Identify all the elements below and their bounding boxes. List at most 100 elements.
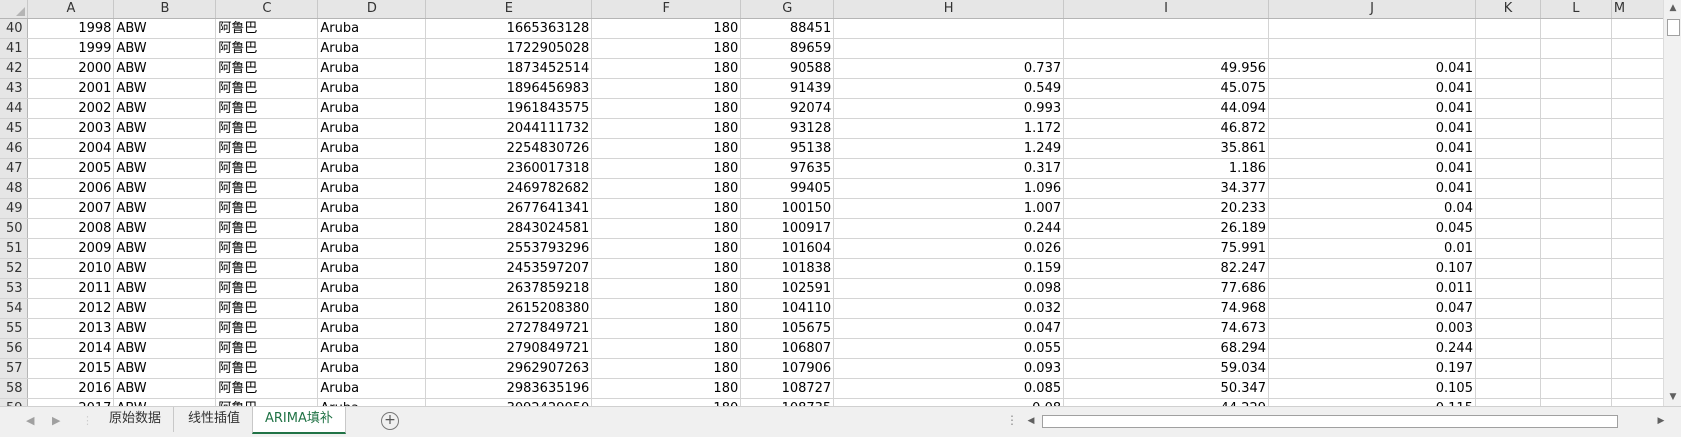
cell-f[interactable]: 180	[591, 238, 742, 259]
cell-g[interactable]: 102591	[740, 278, 835, 299]
cell-g[interactable]: 91439	[740, 78, 835, 99]
cell-i[interactable]	[1063, 18, 1270, 39]
cell-h[interactable]: 0.093	[833, 358, 1065, 379]
cell-j[interactable]	[1268, 38, 1476, 59]
cell-j[interactable]: 0.041	[1268, 158, 1476, 179]
plus-circle-icon[interactable]: +	[381, 412, 399, 430]
cell-j[interactable]: 0.041	[1268, 98, 1476, 119]
cell-j[interactable]: 0.107	[1268, 258, 1476, 279]
row-header[interactable]: 51	[0, 238, 29, 259]
cell-empty[interactable]	[1540, 178, 1612, 199]
cell-d[interactable]: Aruba	[317, 178, 427, 199]
cell-h[interactable]: 0.244	[833, 218, 1065, 239]
cell-i[interactable]: 20.233	[1063, 198, 1270, 219]
cell-empty[interactable]	[1540, 298, 1612, 319]
cell-d[interactable]: Aruba	[317, 138, 427, 159]
row-header[interactable]: 57	[0, 358, 29, 379]
cell-c[interactable]: 阿鲁巴	[215, 118, 319, 139]
cell-h[interactable]: 0.317	[833, 158, 1065, 179]
cell-e[interactable]: 1665363128	[425, 18, 593, 39]
cell-e[interactable]: 1873452514	[425, 58, 593, 79]
cell-e[interactable]: 2254830726	[425, 138, 593, 159]
cell-c[interactable]: 阿鲁巴	[215, 158, 319, 179]
cell-d[interactable]: Aruba	[317, 38, 427, 59]
cell-a[interactable]: 2001	[27, 78, 115, 99]
cell-e[interactable]: 1961843575	[425, 98, 593, 119]
cell-i[interactable]: 59.034	[1063, 358, 1270, 379]
cell-empty[interactable]	[1475, 138, 1541, 159]
cell-c[interactable]: 阿鲁巴	[215, 298, 319, 319]
cell-c[interactable]: 阿鲁巴	[215, 138, 319, 159]
row-header[interactable]: 44	[0, 98, 29, 119]
column-header[interactable]: C	[215, 0, 319, 19]
cell-b[interactable]: ABW	[113, 218, 217, 239]
cell-e[interactable]: 2843024581	[425, 218, 593, 239]
cell-f[interactable]: 180	[591, 58, 742, 79]
cell-empty[interactable]	[1540, 138, 1612, 159]
cell-empty[interactable]	[1540, 38, 1612, 59]
cell-i[interactable]: 34.377	[1063, 178, 1270, 199]
cell-empty[interactable]	[1540, 78, 1612, 99]
tab-raw-data[interactable]: 原始数据	[97, 407, 175, 432]
column-header[interactable]: E	[425, 0, 593, 19]
cell-c[interactable]: 阿鲁巴	[215, 398, 319, 406]
cell-i[interactable]: 74.968	[1063, 298, 1270, 319]
cell-d[interactable]: Aruba	[317, 58, 427, 79]
cell-empty[interactable]	[1540, 98, 1612, 119]
cell-h[interactable]: 0.549	[833, 78, 1065, 99]
cell-f[interactable]: 180	[591, 18, 742, 39]
cell-a[interactable]: 2003	[27, 118, 115, 139]
cell-a[interactable]: 2004	[27, 138, 115, 159]
cell-g[interactable]: 95138	[740, 138, 835, 159]
cell-f[interactable]: 180	[591, 178, 742, 199]
cell-c[interactable]: 阿鲁巴	[215, 238, 319, 259]
cell-g[interactable]: 90588	[740, 58, 835, 79]
cell-i[interactable]: 35.861	[1063, 138, 1270, 159]
cell-b[interactable]: ABW	[113, 378, 217, 399]
cell-i[interactable]	[1063, 38, 1270, 59]
cell-a[interactable]: 2012	[27, 298, 115, 319]
select-all-triangle-icon[interactable]	[0, 0, 29, 19]
cell-d[interactable]: Aruba	[317, 298, 427, 319]
tab-arima-fill[interactable]: ARIMA填补	[252, 407, 346, 434]
row-header[interactable]: 41	[0, 38, 29, 59]
cell-b[interactable]: ABW	[113, 158, 217, 179]
cell-h[interactable]: 0.085	[833, 378, 1065, 399]
cell-empty[interactable]	[1540, 318, 1612, 339]
cell-d[interactable]: Aruba	[317, 338, 427, 359]
cell-j[interactable]: 0.045	[1268, 218, 1476, 239]
cell-e[interactable]: 2469782682	[425, 178, 593, 199]
cell-g[interactable]: 100917	[740, 218, 835, 239]
cell-f[interactable]: 180	[591, 158, 742, 179]
cell-i[interactable]: 46.872	[1063, 118, 1270, 139]
cell-empty[interactable]	[1475, 258, 1541, 279]
cell-d[interactable]: Aruba	[317, 218, 427, 239]
cell-empty[interactable]	[1540, 358, 1612, 379]
cell-g[interactable]: 101838	[740, 258, 835, 279]
cell-empty[interactable]	[1540, 118, 1612, 139]
cell-empty[interactable]	[1540, 258, 1612, 279]
cell-g[interactable]: 100150	[740, 198, 835, 219]
cell-a[interactable]: 2002	[27, 98, 115, 119]
cell-empty[interactable]	[1475, 358, 1541, 379]
cell-i[interactable]: 44.229	[1063, 398, 1270, 406]
cell-g[interactable]: 93128	[740, 118, 835, 139]
cell-j[interactable]: 0.041	[1268, 118, 1476, 139]
row-header[interactable]: 53	[0, 278, 29, 299]
cell-c[interactable]: 阿鲁巴	[215, 318, 319, 339]
horizontal-scrollbar[interactable]: ◀ ▶	[1023, 413, 1669, 429]
cell-c[interactable]: 阿鲁巴	[215, 358, 319, 379]
cell-h[interactable]: 0.047	[833, 318, 1065, 339]
column-header[interactable]: B	[113, 0, 217, 19]
cell-empty[interactable]	[1475, 198, 1541, 219]
cell-f[interactable]: 180	[591, 218, 742, 239]
cell-b[interactable]: ABW	[113, 298, 217, 319]
cell-f[interactable]: 180	[591, 98, 742, 119]
cell-c[interactable]: 阿鲁巴	[215, 198, 319, 219]
cell-j[interactable]: 0.011	[1268, 278, 1476, 299]
cell-a[interactable]: 2005	[27, 158, 115, 179]
cell-b[interactable]: ABW	[113, 398, 217, 406]
cell-f[interactable]: 180	[591, 198, 742, 219]
row-header[interactable]: 54	[0, 298, 29, 319]
cell-i[interactable]: 68.294	[1063, 338, 1270, 359]
